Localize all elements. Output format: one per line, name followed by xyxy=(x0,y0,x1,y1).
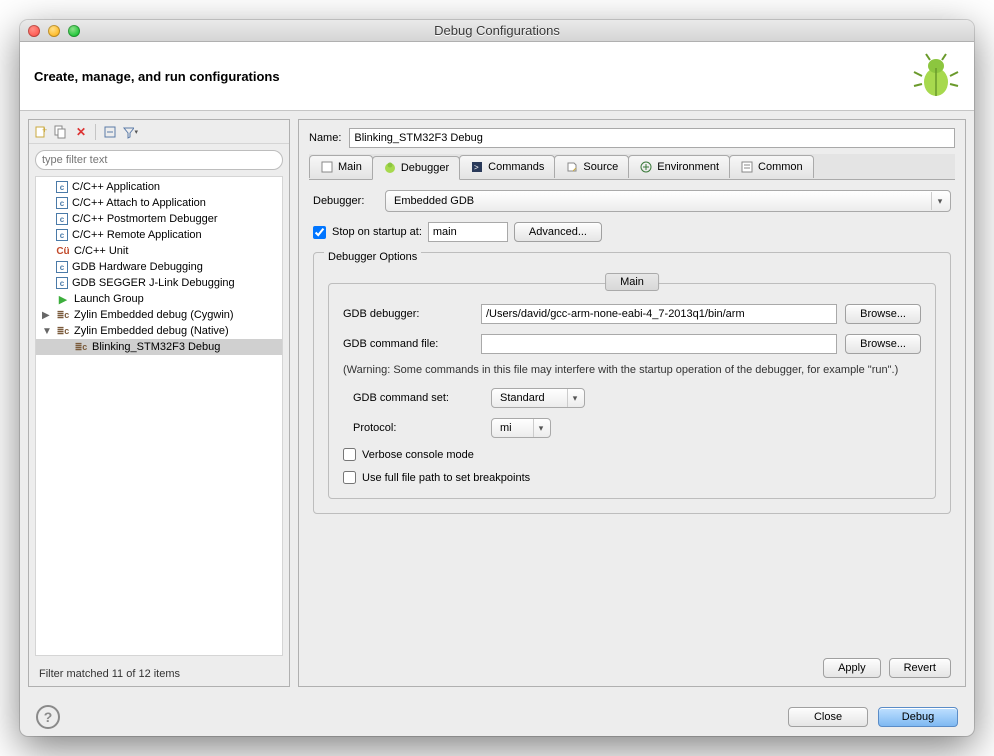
tab-main[interactable]: Main xyxy=(309,155,373,178)
tree-item-label: C/C++ Attach to Application xyxy=(72,197,206,209)
tab-icon xyxy=(383,161,397,175)
name-label: Name: xyxy=(309,132,341,144)
tab-commands[interactable]: > Commands xyxy=(459,155,555,178)
gdb-warning-text: (Warning: Some commands in this file may… xyxy=(343,364,921,376)
tab-label: Commands xyxy=(488,161,544,173)
tab-label: Environment xyxy=(657,161,719,173)
tab-icon xyxy=(639,160,653,174)
tree-item[interactable]: cGDB Hardware Debugging xyxy=(36,259,282,275)
new-config-icon[interactable]: + xyxy=(33,124,49,140)
gdb-cmdfile-label: GDB command file: xyxy=(343,338,473,350)
svg-text:+: + xyxy=(42,125,47,135)
filter-menu-icon[interactable]: ▾ xyxy=(122,124,138,140)
gdb-cmdfile-browse-button[interactable]: Browse... xyxy=(845,334,921,354)
tree-item[interactable]: ▼≣cZylin Embedded debug (Native) xyxy=(36,323,282,339)
config-tree[interactable]: cC/C++ ApplicationcC/C++ Attach to Appli… xyxy=(35,176,283,656)
tab-environment[interactable]: Environment xyxy=(628,155,730,178)
close-button[interactable]: Close xyxy=(788,707,868,727)
tree-item[interactable]: cC/C++ Attach to Application xyxy=(36,195,282,211)
verbose-label: Verbose console mode xyxy=(362,449,474,461)
tab-icon xyxy=(740,160,754,174)
revert-button[interactable]: Revert xyxy=(889,658,951,678)
debugger-options-legend: Debugger Options xyxy=(324,251,421,263)
gdb-debugger-input[interactable] xyxy=(481,304,837,324)
window-title: Debug Configurations xyxy=(20,23,974,38)
apply-button[interactable]: Apply xyxy=(823,658,881,678)
tab-icon xyxy=(565,160,579,174)
tree-item[interactable]: cC/C++ Remote Application xyxy=(36,227,282,243)
debugger-select[interactable]: Embedded GDB xyxy=(385,190,951,212)
tab-common[interactable]: Common xyxy=(729,155,814,178)
tree-item-label: GDB SEGGER J-Link Debugging xyxy=(72,277,235,289)
titlebar: Debug Configurations xyxy=(20,20,974,42)
tree-item[interactable]: ▶≣cZylin Embedded debug (Cygwin) xyxy=(36,307,282,323)
name-input[interactable] xyxy=(349,128,955,148)
tab-debugger[interactable]: Debugger xyxy=(372,156,460,180)
protocol-label: Protocol: xyxy=(353,422,483,434)
tree-item-label: GDB Hardware Debugging xyxy=(72,261,203,273)
delete-config-icon[interactable]: ✕ xyxy=(73,124,89,140)
tree-item[interactable]: cGDB SEGGER J-Link Debugging xyxy=(36,275,282,291)
stop-on-startup-checkbox[interactable] xyxy=(313,226,326,239)
config-toolbar: + ✕ ▾ xyxy=(29,120,289,144)
filter-input[interactable] xyxy=(35,150,283,170)
stop-on-startup-label: Stop on startup at: xyxy=(332,226,422,238)
editor-tabs: Main Debugger > Commands Source Environment Co… xyxy=(309,154,955,180)
gdb-cmdset-select[interactable]: Standard xyxy=(491,388,585,408)
help-icon[interactable]: ? xyxy=(36,705,60,729)
tree-item-label: Blinking_STM32F3 Debug xyxy=(92,341,220,353)
tree-item[interactable]: ▶Launch Group xyxy=(36,291,282,307)
tree-item[interactable]: cC/C++ Application xyxy=(36,179,282,195)
gdb-cmdset-label: GDB command set: xyxy=(353,392,483,404)
tree-item-label: C/C++ Unit xyxy=(74,245,128,257)
svg-text:>: > xyxy=(474,163,479,172)
tab-label: Source xyxy=(583,161,618,173)
tree-item[interactable]: ≣cBlinking_STM32F3 Debug xyxy=(36,339,282,355)
protocol-select[interactable]: mi xyxy=(491,418,551,438)
stop-on-startup-input[interactable] xyxy=(428,222,508,242)
gdb-debugger-browse-button[interactable]: Browse... xyxy=(845,304,921,324)
dialog-title: Create, manage, and run configurations xyxy=(34,69,280,84)
tree-item[interactable]: cC/C++ Postmortem Debugger xyxy=(36,211,282,227)
tree-item-label: Launch Group xyxy=(74,293,144,305)
tree-item[interactable]: CüC/C++ Unit xyxy=(36,243,282,259)
tree-item-label: Zylin Embedded debug (Native) xyxy=(74,325,229,337)
configurations-panel: + ✕ ▾ cC/C++ ApplicationcC/C++ Attach to… xyxy=(28,119,290,687)
debug-button[interactable]: Debug xyxy=(878,707,958,727)
advanced-button[interactable]: Advanced... xyxy=(514,222,602,242)
fullpath-label: Use full file path to set breakpoints xyxy=(362,472,530,484)
tab-label: Debugger xyxy=(401,162,449,174)
config-editor: Name: Main Debugger > Commands Source Environ… xyxy=(298,119,966,687)
fullpath-checkbox[interactable] xyxy=(343,471,356,484)
tree-item-label: C/C++ Remote Application xyxy=(72,229,202,241)
bug-icon xyxy=(912,52,960,100)
tree-item-label: Zylin Embedded debug (Cygwin) xyxy=(74,309,234,321)
gdb-debugger-label: GDB debugger: xyxy=(343,308,473,320)
tree-item-label: C/C++ Application xyxy=(72,181,160,193)
tab-icon: > xyxy=(470,160,484,174)
collapse-all-icon[interactable] xyxy=(102,124,118,140)
dialog-footer: ? Close Debug xyxy=(20,695,974,736)
dialog-header: Create, manage, and run configurations xyxy=(20,42,974,111)
tab-label: Common xyxy=(758,161,803,173)
debugger-label: Debugger: xyxy=(313,195,377,207)
filter-status: Filter matched 11 of 12 items xyxy=(29,662,289,686)
debugger-options-tab-main[interactable]: Main xyxy=(605,273,659,291)
tab-icon xyxy=(320,160,334,174)
duplicate-config-icon[interactable] xyxy=(53,124,69,140)
verbose-checkbox[interactable] xyxy=(343,448,356,461)
gdb-cmdfile-input[interactable] xyxy=(481,334,837,354)
debugger-options-group: Debugger Options Main GDB debugger: Brow… xyxy=(313,252,951,514)
tree-item-label: C/C++ Postmortem Debugger xyxy=(72,213,218,225)
tab-label: Main xyxy=(338,161,362,173)
tab-source[interactable]: Source xyxy=(554,155,629,178)
